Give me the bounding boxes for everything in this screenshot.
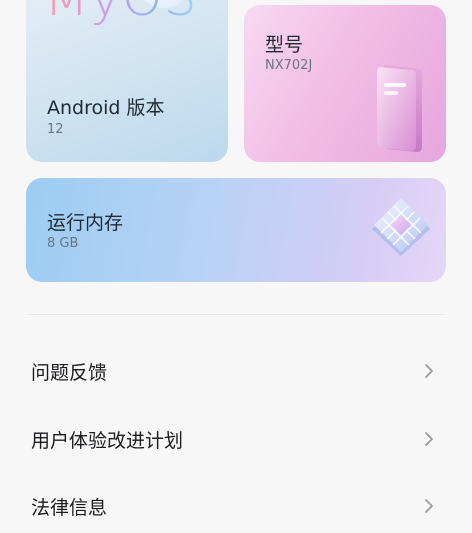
ram-label: 运行内存 xyxy=(47,212,124,234)
android-version-label: Android 版本 xyxy=(47,97,165,119)
model-label: 型号 xyxy=(265,34,304,56)
menu-item-label: 法律信息 xyxy=(31,497,108,519)
menu-item-feedback[interactable]: 问题反馈 xyxy=(0,342,472,398)
ram-card[interactable]: 运行内存 8 GB xyxy=(26,178,446,282)
android-version-card[interactable]: MyOS Android 版本 12 xyxy=(26,0,228,162)
phone-3d-icon xyxy=(377,65,422,152)
android-version-value: 12 xyxy=(47,122,64,137)
memory-chip-icon xyxy=(372,198,430,256)
model-value: NX702J xyxy=(265,58,313,73)
chevron-right-icon xyxy=(425,499,433,513)
ram-value: 8 GB xyxy=(47,236,79,251)
chevron-right-icon xyxy=(425,364,433,378)
menu-item-label: 用户体验改进计划 xyxy=(31,430,184,452)
model-card[interactable]: 型号 NX702J xyxy=(244,5,446,162)
menu-item-legal-info[interactable]: 法律信息 xyxy=(0,477,472,533)
os-logo: MyOS xyxy=(44,0,198,28)
chevron-right-icon xyxy=(425,432,433,446)
menu-item-user-experience-program[interactable]: 用户体验改进计划 xyxy=(0,410,472,466)
menu-item-label: 问题反馈 xyxy=(31,362,108,384)
section-divider xyxy=(26,314,446,315)
